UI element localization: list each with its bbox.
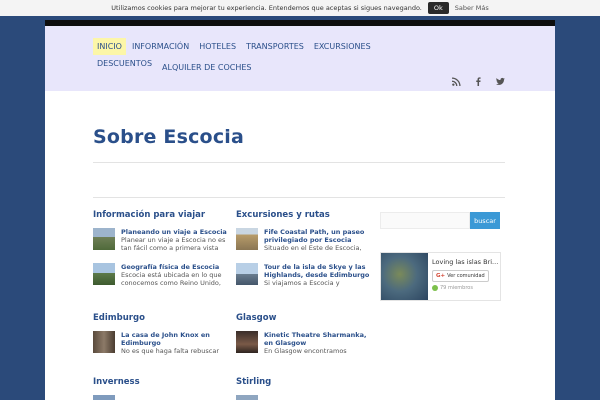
section-inverness: Inverness	[93, 377, 228, 400]
divider	[93, 162, 505, 163]
list-item: Geografía física de Escocia Escocia está…	[93, 263, 228, 287]
post-thumbnail[interactable]	[93, 228, 115, 250]
google-plus-icon: G+	[436, 273, 446, 279]
community-members: 79 miembros	[432, 285, 498, 291]
cookie-more-link[interactable]: Saber Más	[455, 4, 489, 12]
header: INICIO INFORMACIÓN HOTELES TRANSPORTES E…	[45, 26, 555, 91]
facebook-icon[interactable]	[473, 76, 483, 86]
section-title[interactable]: Excursiones y rutas	[236, 210, 371, 220]
search-form: buscar	[380, 212, 500, 229]
post-thumbnail[interactable]	[236, 331, 258, 353]
community-follow-label: Ver comunidad	[447, 273, 485, 279]
community-image[interactable]	[381, 253, 428, 300]
search-input[interactable]	[380, 212, 470, 229]
post-excerpt: Planear un viaje a Escocia no es tan fác…	[121, 236, 226, 252]
section-title[interactable]: Edimburgo	[93, 313, 228, 323]
post-excerpt: Escocia está ubicada en lo que conocemos…	[121, 271, 222, 287]
social-links	[451, 76, 505, 86]
list-item: La casa de John Knox en Edimburgo No es …	[93, 331, 228, 355]
nav-item-excursiones[interactable]: EXCURSIONES	[310, 38, 375, 55]
post-thumbnail[interactable]	[236, 228, 258, 250]
section-edimburgo: Edimburgo La casa de John Knox en Edimbu…	[93, 313, 228, 366]
post-excerpt: Si viajamos a Escocia y	[264, 279, 340, 287]
section-title[interactable]: Stirling	[236, 377, 371, 387]
section-stirling: Stirling	[236, 377, 371, 400]
post-title[interactable]: Planeando un viaje a Escocia	[121, 228, 228, 236]
nav-item-transportes[interactable]: TRANSPORTES	[242, 38, 308, 55]
post-title[interactable]: Fife Coastal Path, un paseo privilegiado…	[264, 228, 371, 244]
list-item: Planeando un viaje a Escocia Planear un …	[93, 228, 228, 252]
list-item: Kinetic Theatre Sharmanka, en Glasgow En…	[236, 331, 371, 355]
main-nav: INICIO INFORMACIÓN HOTELES TRANSPORTES E…	[93, 38, 433, 76]
cookie-ok-button[interactable]: Ok	[427, 2, 449, 14]
nav-item-descuentos[interactable]: DESCUENTOS	[93, 55, 156, 76]
post-excerpt: En Glasgow encontramos	[264, 347, 347, 355]
page-title: Sobre Escocia	[93, 126, 245, 148]
members-count: 79 miembros	[440, 285, 473, 291]
post-title[interactable]: Geografía física de Escocia	[121, 263, 228, 271]
post-thumbnail[interactable]	[236, 263, 258, 285]
list-item: Tour de la isla de Skye y las Highlands,…	[236, 263, 371, 287]
post-thumbnail[interactable]	[93, 331, 115, 353]
community-title[interactable]: Loving las islas Bri...	[432, 258, 498, 266]
search-button[interactable]: buscar	[470, 212, 500, 229]
section-title[interactable]: Glasgow	[236, 313, 371, 323]
community-widget: Loving las islas Bri... G+ Ver comunidad…	[380, 252, 501, 301]
list-item: Fife Coastal Path, un paseo privilegiado…	[236, 228, 371, 252]
twitter-icon[interactable]	[495, 76, 505, 86]
nav-item-hoteles[interactable]: HOTELES	[195, 38, 240, 55]
post-thumbnail[interactable]	[93, 263, 115, 285]
section-informacion: Información para viajar Planeando un via…	[93, 210, 228, 298]
post-thumbnail[interactable]	[93, 395, 115, 400]
post-title[interactable]: La casa de John Knox en Edimburgo	[121, 331, 228, 347]
cookie-bar: Utilizamos cookies para mejorar tu exper…	[0, 0, 600, 16]
nav-item-inicio[interactable]: INICIO	[93, 38, 126, 55]
post-title[interactable]: Kinetic Theatre Sharmanka, en Glasgow	[264, 331, 371, 347]
post-excerpt: No es que haga falta rebuscar	[121, 347, 220, 355]
post-excerpt: Situado en el Este de Escocia,	[264, 244, 362, 252]
members-icon	[432, 285, 438, 291]
community-follow-button[interactable]: G+ Ver comunidad	[432, 270, 489, 282]
cookie-text: Utilizamos cookies para mejorar tu exper…	[111, 4, 422, 12]
divider	[93, 197, 505, 198]
rss-icon[interactable]	[451, 76, 461, 86]
section-title[interactable]: Inverness	[93, 377, 228, 387]
section-excursiones: Excursiones y rutas Fife Coastal Path, u…	[236, 210, 371, 298]
nav-item-alquiler-coches[interactable]: ALQUILER DE COCHES	[158, 59, 255, 76]
section-glasgow: Glasgow Kinetic Theatre Sharmanka, en Gl…	[236, 313, 371, 366]
page-container: INICIO INFORMACIÓN HOTELES TRANSPORTES E…	[45, 20, 555, 400]
section-title[interactable]: Información para viajar	[93, 210, 228, 220]
post-title[interactable]: Tour de la isla de Skye y las Highlands,…	[264, 263, 371, 279]
nav-item-informacion[interactable]: INFORMACIÓN	[128, 38, 193, 55]
post-thumbnail[interactable]	[236, 395, 258, 400]
